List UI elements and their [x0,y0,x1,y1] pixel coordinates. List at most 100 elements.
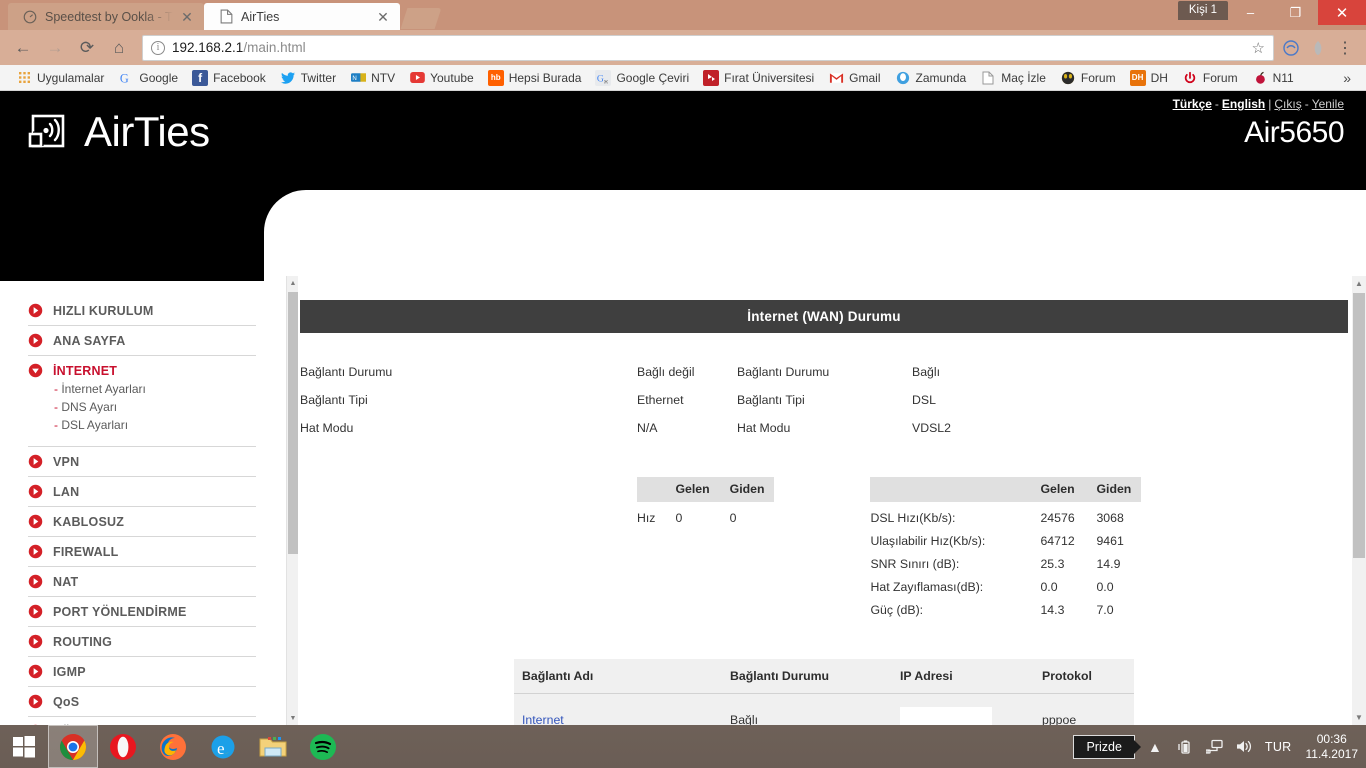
home-icon[interactable]: ⌂ [104,34,134,62]
taskbar-internet-explorer-icon[interactable]: e [198,725,248,768]
language-indicator[interactable]: TUR [1265,740,1292,754]
bookmark-mac-izle[interactable]: Maç İzle [973,70,1053,86]
show-hidden-icons-icon[interactable]: ▲ [1145,739,1165,755]
sidebar-scroll-up-icon[interactable]: ▲ [287,276,299,290]
dsl-row-1-in: 64712 [1040,534,1075,548]
close-button[interactable]: ✕ [1318,0,1366,25]
chevron-right-icon [28,604,43,619]
sidebar-scroll-thumb[interactable] [288,292,298,554]
bookmark-google-ceviri[interactable]: Gж Google Çeviri [588,69,696,86]
sidebar-item-lan[interactable]: LAN [28,477,256,507]
battery-icon[interactable] [1175,739,1195,755]
bookmark-dh[interactable]: DH DH [1123,69,1175,86]
windows-taskbar: e Prizde ▲ TUR 00:36 11.4.2017 [0,725,1366,768]
sidebar-scroll-down-icon[interactable]: ▼ [287,711,299,725]
bookmark-google[interactable]: G Google [111,70,185,86]
taskbar-opera-icon[interactable] [98,725,148,768]
sidebar-item-igmp[interactable]: IGMP [28,657,256,687]
sidebar-item-kablosuz[interactable]: KABLOSUZ [28,507,256,537]
page-scroll-up-icon[interactable]: ▲ [1352,276,1366,291]
bookmark-label: Gmail [849,70,881,85]
chrome-menu-icon[interactable]: ⋮ [1336,38,1354,58]
address-bar[interactable]: i 192.168.2.1/main.html ☆ [142,34,1274,61]
sidebar-item-ana-sayfa[interactable]: ANA SAYFA [28,326,256,356]
bookmark-gmail[interactable]: Gmail [821,70,887,86]
dsl-header-1: Gelen [1030,477,1087,502]
brand-name: AirTies [84,108,210,155]
bookmark-forum-1[interactable]: Forum [1053,70,1123,86]
sidebar-item-label: HIZLI KURULUM [53,303,154,318]
taskbar-chrome-icon[interactable] [48,725,98,768]
tab-close-icon[interactable]: ✕ [376,10,390,24]
page-scroll-thumb[interactable] [1353,293,1365,558]
taskbar-file-explorer-icon[interactable] [248,725,298,768]
browser-tab-airties[interactable]: AirTies ✕ [204,3,400,30]
browser-tab-speedtest[interactable]: Speedtest by Ookla - The ✕ [8,3,204,30]
google-translate-icon: Gж [595,69,612,86]
dsl-row-2-label: SNR Sınırı (dB): [870,557,960,571]
bookmark-ntv[interactable]: N NTV [343,70,402,86]
bookmark-star-icon[interactable]: ☆ [1252,39,1265,57]
bookmarks-bar: Uygulamalar G Google f Facebook Twitter … [0,65,1366,91]
bookmark-n11[interactable]: N11 [1245,70,1301,86]
bookmark-label: Google [139,70,179,85]
tab-title: Speedtest by Ookla - The [45,9,173,24]
start-button[interactable] [0,725,48,768]
new-tab-button[interactable] [400,8,442,29]
sidebar-item-routing[interactable]: ROUTING [28,627,256,657]
link-refresh[interactable]: Yenile [1312,97,1344,111]
page-scrollbar[interactable]: ▲ ▼ [1352,276,1366,725]
tab-close-icon[interactable]: ✕ [180,10,194,24]
bookmark-forum-2[interactable]: Forum [1175,70,1245,86]
bookmark-uygulamalar[interactable]: Uygulamalar [9,70,111,86]
sidebar-subitem-internet-ayarlari[interactable]: - İnternet Ayarları [54,380,256,398]
bookmarks-overflow-icon[interactable]: » [1343,70,1357,86]
chevron-right-icon [28,303,43,318]
link-english[interactable]: English [1222,97,1265,111]
battery-tooltip: Prizde [1073,734,1135,759]
connection-link-internet[interactable]: Internet [522,713,564,726]
taskbar-firefox-icon[interactable] [148,725,198,768]
bookmark-hepsiburada[interactable]: hb Hepsi Burada [481,69,589,86]
taskbar-spotify-icon[interactable] [298,725,348,768]
volume-icon[interactable] [1235,739,1255,754]
sidebar-item-vpn[interactable]: VPN [28,447,256,477]
info-icon[interactable]: i [151,40,165,55]
system-tray: Prizde ▲ TUR 00:36 11.4.2017 [1073,725,1366,768]
dsl-row-2-in: 25.3 [1040,557,1065,571]
table-row: DSL Hızı(Kb/s): 24576 3068 [870,502,1141,525]
wan-right-key-1: Bağlantı Tipi [737,393,805,407]
link-logout[interactable]: Çıkış [1274,97,1301,111]
bookmark-facebook[interactable]: f Facebook [185,69,273,86]
sidebar-item-port-yonlendirme[interactable]: PORT YÖNLENDİRME [28,597,256,627]
sidebar-item-hizli-kurulum[interactable]: HIZLI KURULUM [28,296,256,326]
minimize-button[interactable]: – [1228,0,1273,25]
dsl-row-1-label: Ulaşılabilir Hız(Kb/s): [870,534,986,548]
bookmark-firat-universitesi[interactable]: Fırat Üniversitesi [696,69,821,86]
clock[interactable]: 00:36 11.4.2017 [1302,732,1359,762]
sidebar-scrollbar[interactable]: ▲ ▼ [286,276,298,725]
link-turkce[interactable]: Türkçe [1173,97,1212,111]
bookmark-twitter[interactable]: Twitter [273,70,343,86]
page-scroll-down-icon[interactable]: ▼ [1352,710,1366,725]
conn-header-0: Bağlantı Adı [514,659,722,694]
evernote-extension-icon[interactable] [1282,39,1300,57]
sidebar-item-nat[interactable]: NAT [28,567,256,597]
sidebar-item-yonetim[interactable]: YÖNETİM [28,717,256,726]
reload-icon[interactable]: ⟳ [72,34,102,62]
sidebar-item-label: QoS [53,694,80,709]
profile-chip[interactable]: Kişi 1 [1177,1,1228,20]
network-icon[interactable] [1205,739,1225,754]
sidebar-item-internet[interactable]: İNTERNET - İnternet Ayarları - DNS Ayarı… [28,356,256,447]
connection-table: Bağlantı Adı Bağlantı Durumu IP Adresi P… [514,659,1134,725]
bookmark-zamunda[interactable]: Zamunda [888,70,974,86]
sidebar-item-qos[interactable]: QoS [28,687,256,717]
sidebar-item-firewall[interactable]: FIREWALL [28,537,256,567]
maximize-button[interactable]: ❐ [1273,0,1318,25]
bookmark-youtube[interactable]: Youtube [402,70,481,86]
sidebar-subitem-dns-ayari[interactable]: - DNS Ayarı [54,398,256,416]
back-icon[interactable]: ← [8,34,38,62]
adblock-extension-icon[interactable] [1309,39,1327,57]
sidebar-subitem-dsl-ayarlari[interactable]: - DSL Ayarları [54,416,256,434]
forward-icon[interactable]: → [40,34,70,62]
